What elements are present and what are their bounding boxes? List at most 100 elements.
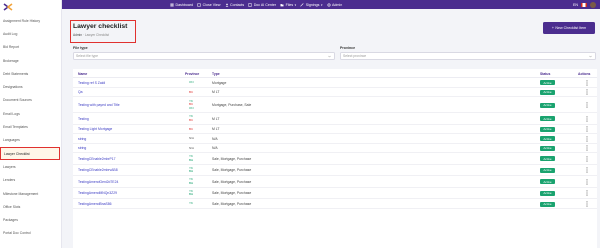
breadcrumb-current: Lawyer Checklist [84, 33, 109, 37]
table-row[interactable]: TestingAmendGeni2d7E24 YK BH Sale, Mortgage… [73, 176, 597, 188]
table-row[interactable]: TestingCEnable2mbrvAB8 YK BH Sale, Mortgage… [73, 165, 597, 176]
sidebar-item-portal-doc-control[interactable]: Portal Doc Control [0, 227, 61, 240]
sidebar-item-designations[interactable]: Designations [0, 80, 61, 93]
sidebar-item-languages[interactable]: Languages [0, 134, 61, 147]
more-actions-icon[interactable] [586, 167, 588, 173]
table-row[interactable]: Testing with payed and Title YK BC ON Mortga… [73, 97, 597, 113]
nav-admin[interactable]: Admin [326, 3, 342, 7]
column-header-province[interactable]: Province [185, 72, 199, 76]
province-cell: YK [189, 201, 194, 206]
sidebar-item-bid-report[interactable]: Bid Report [0, 41, 61, 54]
more-actions-icon[interactable] [586, 102, 588, 108]
table-row[interactable]: Testing ref S Zaidi ON Mortgage Active [73, 78, 597, 88]
sidebar-item-audit-log[interactable]: Audit Log [0, 27, 61, 40]
sidebar-list: Assignment Rule History Audit Log Bid Repo… [0, 14, 61, 240]
breadcrumb: Admin · Lawyer Checklist [73, 33, 133, 37]
table-row[interactable]: Testing Light Mortgage BC M LT Active [73, 125, 597, 134]
table-row[interactable]: TestingAmendMNQn3Z29 YK BH Sale, Mortgage, … [73, 188, 597, 199]
column-header-actions: Actions [578, 72, 591, 76]
canada-flag-icon[interactable] [581, 2, 587, 7]
checklist-name-link[interactable]: TestingAmendGeni2d7E24 [78, 180, 118, 184]
type-cell: Sale, Mortgage, Purchase [212, 191, 252, 196]
province-code: BH [189, 192, 194, 197]
sidebar-item-debt-statements[interactable]: Debt Statements [0, 67, 61, 80]
more-actions-icon[interactable] [586, 116, 588, 122]
type-cell: M LT [212, 127, 220, 132]
sidebar-item-milestone-management[interactable]: Milestone Management [0, 187, 61, 200]
status-badge: Active [540, 179, 555, 185]
more-actions-icon[interactable] [586, 89, 588, 95]
province-code: BH [189, 169, 194, 174]
language-selector[interactable]: EN [573, 3, 578, 7]
more-actions-icon[interactable] [586, 80, 588, 86]
checklist-name-link[interactable]: Testing ref S Zaidi [78, 81, 105, 85]
sidebar-item-assignment-rule-history[interactable]: Assignment Rule History [0, 14, 61, 27]
app-logo[interactable] [0, 0, 61, 14]
province-code: ON [189, 80, 194, 85]
status-badge: Active [540, 80, 555, 86]
status-badge: Active [540, 156, 555, 162]
checklist-name-link[interactable]: TestingAmendBnaS86 [78, 202, 112, 206]
province-code: N/A [189, 136, 195, 141]
user-avatar[interactable] [590, 1, 596, 8]
more-actions-icon[interactable] [586, 179, 588, 185]
province-placeholder: Select province [343, 54, 367, 58]
province-select[interactable]: Select province [340, 52, 596, 60]
more-actions-icon[interactable] [586, 136, 588, 142]
more-actions-icon[interactable] [586, 190, 588, 196]
nav-doc-ai-center[interactable]: Doc AI Center [248, 3, 276, 7]
table-row[interactable]: string N/A N/A Active [73, 144, 597, 153]
sidebar-item-lawyer-checklist[interactable]: Lawyer Checklist [0, 146, 60, 161]
nav-files[interactable]: Files ▾ [280, 3, 296, 7]
file-type-select[interactable]: Select file type [73, 52, 335, 60]
table-row[interactable]: Testing YK BC M LT Active [73, 113, 597, 125]
column-header-status[interactable]: Status [540, 72, 550, 76]
more-actions-icon[interactable] [586, 126, 588, 132]
nav-label: Doc AI Center [253, 2, 277, 7]
sidebar-item-packages[interactable]: Packages [0, 213, 61, 226]
checklist-name-link[interactable]: Testing [78, 117, 89, 121]
sidebar-item-lawyers[interactable]: Lawyers [0, 160, 61, 173]
new-checklist-item-button[interactable]: + New Checklist Item [543, 22, 595, 34]
more-actions-icon[interactable] [586, 201, 588, 207]
close-view-icon [197, 3, 201, 7]
province-code: N/A [189, 145, 195, 150]
doc-ai-icon [248, 2, 252, 7]
table-row[interactable]: Qa BC M LT Active [73, 88, 597, 97]
sidebar-item-email-logs[interactable]: Email Logs [0, 107, 61, 120]
checklist-name-link[interactable]: TestingCEnable2mbrP17 [78, 157, 116, 161]
type-cell: N/A [212, 136, 218, 141]
column-header-type[interactable]: Type [212, 72, 220, 76]
checklist-name-link[interactable]: Testing with payed and Title [78, 103, 120, 107]
nav-label: Files [285, 2, 294, 7]
column-header-name[interactable]: Name [78, 72, 87, 76]
sidebar-item-document-sources[interactable]: Document Sources [0, 94, 61, 107]
checklist-name-link[interactable]: Qa [78, 90, 83, 94]
breadcrumb-home[interactable]: Admin [73, 33, 82, 37]
sidebar-item-office-slots[interactable]: Office Slots [0, 200, 61, 213]
checklist-name-link[interactable]: string [78, 146, 86, 150]
checklist-name-link[interactable]: TestingCEnable2mbrvAB8 [78, 168, 118, 172]
more-actions-icon[interactable] [586, 145, 588, 151]
sidebar-item-brokerage[interactable]: Brokerage [0, 54, 61, 67]
province-cell: YK BC ON [189, 99, 194, 110]
type-cell: Sale, Mortgage, Purchase [212, 168, 252, 173]
nav-close-view[interactable]: Close View [197, 3, 221, 7]
checklist-name-link[interactable]: string [78, 137, 86, 141]
sidebar-item-lenders[interactable]: Lenders [0, 174, 61, 187]
more-actions-icon[interactable] [586, 156, 588, 162]
province-cell: YK BC [189, 114, 193, 122]
top-nav: Dashboard Close View Contacts Doc AI Center… [170, 0, 342, 9]
nav-dashboard[interactable]: Dashboard [170, 3, 193, 7]
type-cell: Sale, Mortgage, Purchase [212, 202, 252, 206]
table-row[interactable]: TestingAmendBnaS86 YK Sale, Mortgage, Purc… [73, 199, 597, 209]
top-navbar: Dashboard Close View Contacts Doc AI Center… [62, 0, 600, 9]
nav-signings[interactable]: Signings ▾ [300, 3, 323, 7]
checklist-name-link[interactable]: Testing Light Mortgage [78, 127, 112, 131]
table-row[interactable]: TestingCEnable2mbrP17 YK BH Sale, Mortgage,… [73, 153, 597, 165]
province-code: YK [189, 201, 194, 206]
checklist-name-link[interactable]: TestingAmendMNQn3Z29 [78, 191, 117, 195]
nav-contacts[interactable]: Contacts [225, 3, 244, 7]
sidebar-item-email-templates[interactable]: Email Templates [0, 120, 61, 133]
table-row[interactable]: string N/A N/A Active [73, 134, 597, 144]
